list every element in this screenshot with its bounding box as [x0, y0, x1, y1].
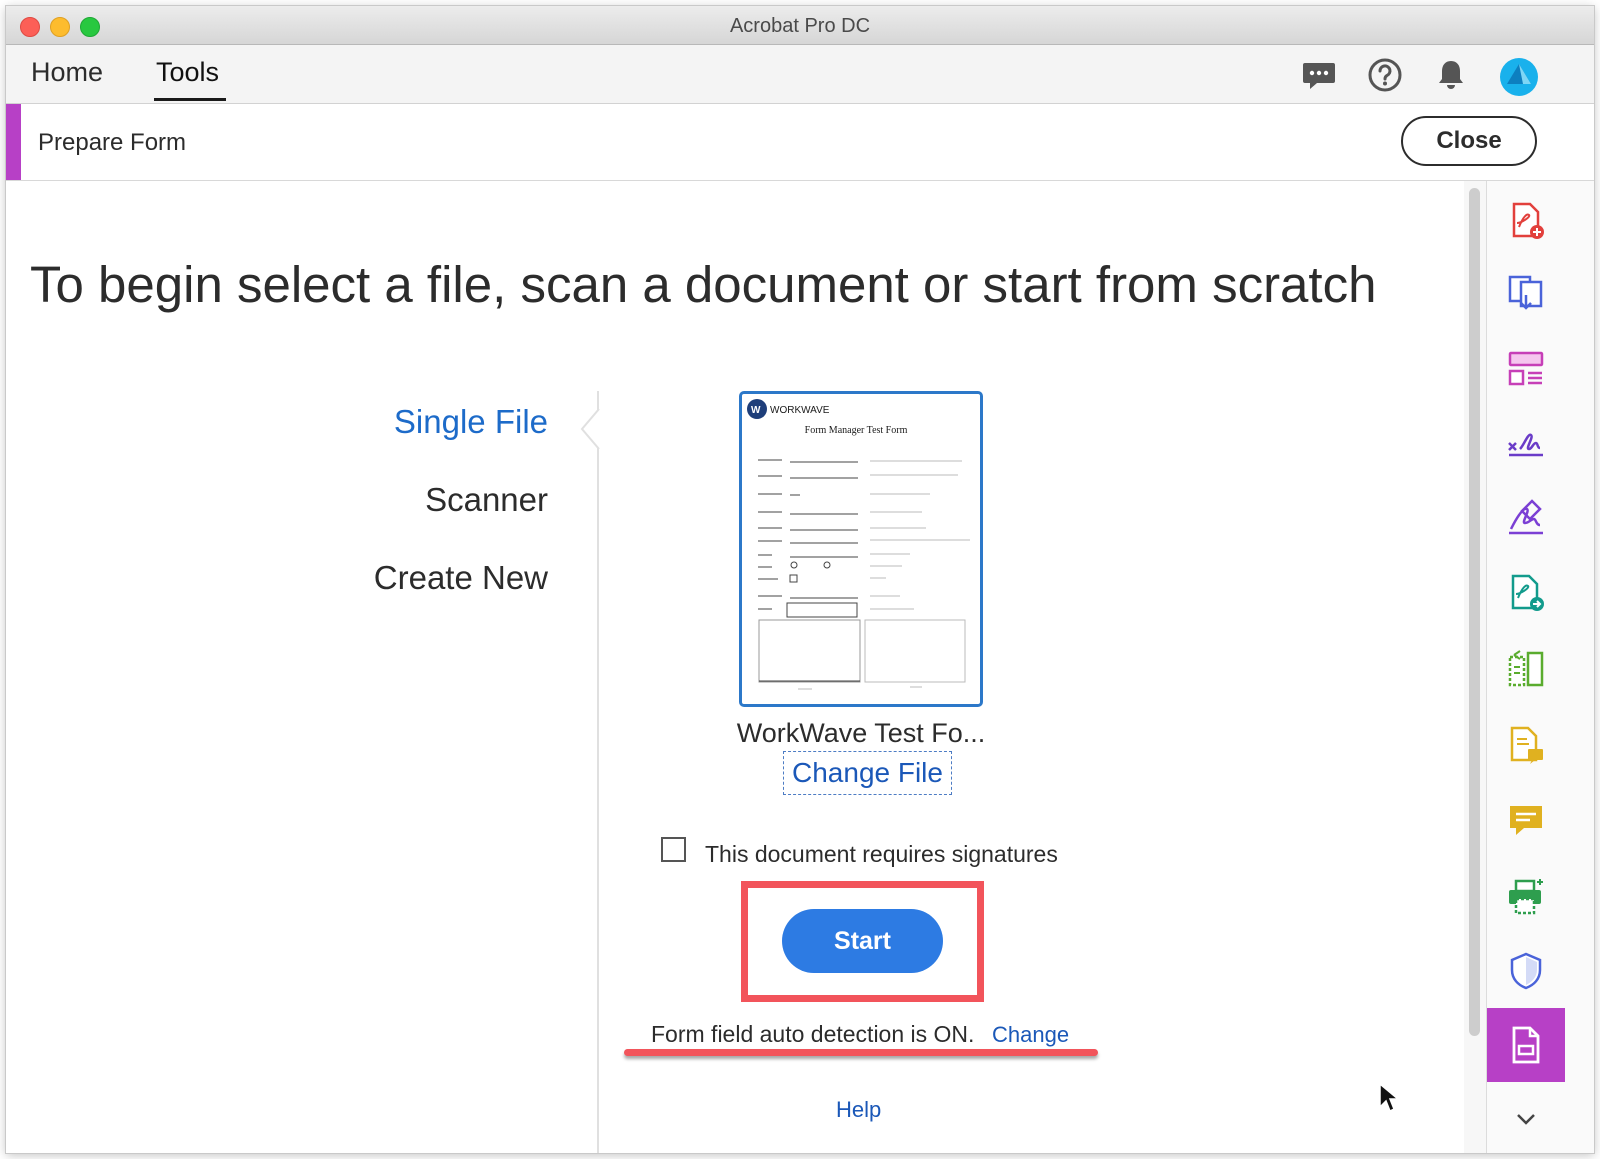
- tool-accent-bar: [6, 104, 21, 180]
- print-production-icon[interactable]: [1487, 869, 1565, 925]
- chevron-down-icon[interactable]: [1487, 1091, 1565, 1147]
- thumbnail-heading: Form Manager Test Form: [805, 425, 908, 436]
- menu-bar: Home Tools: [6, 45, 1594, 104]
- account-avatar[interactable]: [1499, 57, 1538, 96]
- signatures-checkbox[interactable]: [661, 837, 686, 862]
- protect-icon[interactable]: [1487, 943, 1565, 999]
- signatures-checkbox-label[interactable]: This document requires signatures: [705, 841, 1058, 868]
- option-create-new[interactable]: Create New: [374, 559, 548, 597]
- panel-divider: [597, 391, 599, 1153]
- annotation-underline: [624, 1049, 1098, 1056]
- right-tools-pane: [1486, 181, 1594, 1153]
- tab-tools[interactable]: Tools: [156, 57, 219, 88]
- thumbnail-brand: WORKWAVE: [770, 405, 830, 416]
- start-button[interactable]: Start: [782, 909, 943, 973]
- help-link[interactable]: Help: [836, 1097, 881, 1123]
- svg-text:W: W: [751, 405, 761, 416]
- file-name: WorkWave Test Fo...: [736, 718, 986, 748]
- chat-icon[interactable]: [1301, 57, 1337, 93]
- help-icon[interactable]: [1367, 57, 1403, 93]
- mouse-pointer-icon: [1379, 1082, 1400, 1113]
- tool-header: Prepare Form Close: [6, 104, 1594, 181]
- combine-files-icon[interactable]: [1487, 265, 1565, 321]
- auto-detection-change-link[interactable]: Change: [992, 1022, 1069, 1048]
- comment-file-icon[interactable]: [1487, 717, 1565, 773]
- export-pdf-icon[interactable]: [1487, 565, 1565, 621]
- tool-title: Prepare Form: [38, 129, 187, 156]
- organize-pages-icon[interactable]: [1487, 341, 1565, 397]
- bell-icon[interactable]: [1433, 57, 1469, 93]
- auto-detection-status: Form field auto detection is ON.: [651, 1021, 975, 1047]
- active-tab-indicator: [154, 98, 226, 101]
- option-scanner[interactable]: Scanner: [425, 481, 548, 519]
- page-headline: To begin select a file, scan a document …: [30, 256, 1377, 313]
- document-preview: W WORKWAVE Form Manager Test Form: [747, 399, 970, 690]
- tab-home[interactable]: Home: [31, 57, 103, 88]
- close-tool-button[interactable]: Close: [1401, 116, 1537, 166]
- prepare-form-icon[interactable]: [1487, 1008, 1565, 1082]
- compare-files-icon[interactable]: [1487, 641, 1565, 697]
- main-content: To begin select a file, scan a document …: [6, 181, 1464, 1153]
- title-bar: Acrobat Pro DC: [6, 6, 1594, 45]
- request-signatures-icon[interactable]: [1487, 489, 1565, 545]
- comment-icon[interactable]: [1487, 793, 1565, 849]
- file-thumbnail[interactable]: W WORKWAVE Form Manager Test Form: [739, 391, 983, 707]
- create-pdf-icon[interactable]: [1487, 193, 1565, 249]
- window-title: Acrobat Pro DC: [729, 15, 871, 37]
- option-single-file[interactable]: Single File: [394, 403, 548, 441]
- fill-sign-icon[interactable]: [1487, 413, 1565, 469]
- app-window: Acrobat Pro DC Home Tools Prepare Form C…: [6, 6, 1594, 1153]
- change-file-link[interactable]: Change File: [783, 751, 952, 795]
- scrollbar-thumb[interactable]: [1469, 188, 1480, 1036]
- selection-pointer: [580, 409, 600, 449]
